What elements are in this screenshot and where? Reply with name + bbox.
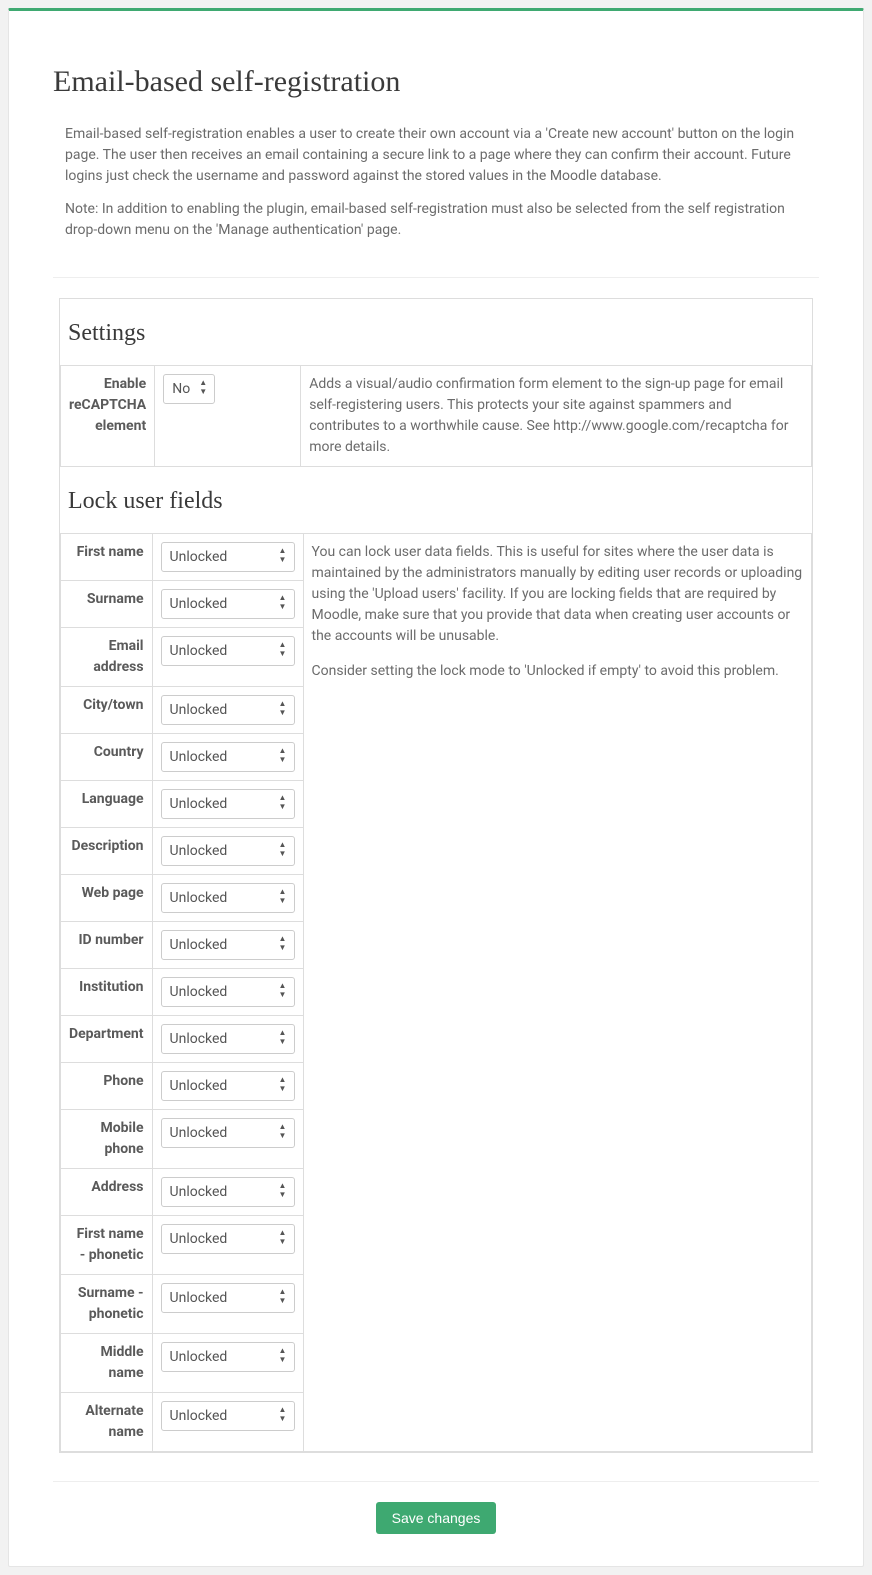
lock-field-select[interactable]: Unlocked [161, 1071, 295, 1101]
lock-field-label: Email address [61, 628, 153, 687]
lock-field-label: Address [61, 1169, 153, 1216]
lock-field-select[interactable]: Unlocked [161, 1401, 295, 1431]
lock-field-select[interactable]: Unlocked [161, 789, 295, 819]
settings-card: Email-based self-registration Email-base… [8, 8, 864, 1567]
lock-field-control: Unlocked [152, 1063, 303, 1110]
lock-field-label: Language [61, 781, 153, 828]
lock-field-label: Middle name [61, 1334, 153, 1393]
intro-block: Email-based self-registration enables a … [53, 124, 819, 277]
lock-field-select[interactable]: Unlocked [161, 542, 295, 572]
settings-table: Enable reCAPTCHA element No Adds a visua… [60, 365, 812, 467]
recaptcha-select[interactable]: No [163, 374, 215, 404]
lock-field-control: Unlocked [152, 828, 303, 875]
lock-field-label: Web page [61, 875, 153, 922]
lock-field-label: City/town [61, 687, 153, 734]
lock-field-control: Unlocked [152, 734, 303, 781]
settings-box: Settings Enable reCAPTCHA element No Add… [59, 298, 813, 1453]
lock-field-select-value: Unlocked [162, 543, 294, 571]
lock-field-select-value: Unlocked [162, 1119, 294, 1147]
lock-field-control: Unlocked [152, 1169, 303, 1216]
lock-field-control: Unlocked [152, 1216, 303, 1275]
settings-heading: Settings [60, 299, 812, 365]
lock-field-control: Unlocked [152, 687, 303, 734]
divider [53, 277, 819, 278]
lock-desc-paragraph-2: Consider setting the lock mode to 'Unloc… [312, 661, 803, 682]
lock-field-label: Surname - phonetic [61, 1275, 153, 1334]
lock-fields-table: First name Unlocked You can lock user data… [60, 533, 812, 1452]
page-title: Email-based self-registration [53, 59, 819, 104]
lock-field-label: First name - phonetic [61, 1216, 153, 1275]
lock-field-select-value: Unlocked [162, 1402, 294, 1430]
lock-field-label: Phone [61, 1063, 153, 1110]
lock-field-label: Surname [61, 581, 153, 628]
lock-fields-desc: You can lock user data fields. This is u… [303, 534, 811, 1452]
lock-field-control: Unlocked [152, 969, 303, 1016]
lock-field-label: Department [61, 1016, 153, 1063]
lock-field-select[interactable]: Unlocked [161, 589, 295, 619]
lock-field-label: Institution [61, 969, 153, 1016]
lock-field-select-value: Unlocked [162, 1343, 294, 1371]
lock-field-select-value: Unlocked [162, 790, 294, 818]
lock-field-control: Unlocked [152, 781, 303, 828]
lock-field-select[interactable]: Unlocked [161, 1024, 295, 1054]
lock-field-select-value: Unlocked [162, 1284, 294, 1312]
lock-field-select[interactable]: Unlocked [161, 883, 295, 913]
lock-field-row: First nameUnlockedYou can lock user data… [61, 534, 812, 581]
lock-field-label: Alternate name [61, 1393, 153, 1452]
lock-field-select-value: Unlocked [162, 743, 294, 771]
lock-field-select-value: Unlocked [162, 1072, 294, 1100]
lock-desc-paragraph-1: You can lock user data fields. This is u… [312, 542, 803, 647]
footer-divider [53, 1481, 819, 1482]
lock-field-select[interactable]: Unlocked [161, 1342, 295, 1372]
lock-field-control: Unlocked [152, 1275, 303, 1334]
lock-field-select-value: Unlocked [162, 884, 294, 912]
intro-paragraph-2: Note: In addition to enabling the plugin… [65, 199, 807, 241]
lock-field-select-value: Unlocked [162, 978, 294, 1006]
lock-field-select[interactable]: Unlocked [161, 1177, 295, 1207]
lock-field-select-value: Unlocked [162, 590, 294, 618]
lock-field-control: Unlocked [152, 581, 303, 628]
lock-field-control: Unlocked [152, 1110, 303, 1169]
lock-field-select[interactable]: Unlocked [161, 742, 295, 772]
lock-field-control: Unlocked [152, 628, 303, 687]
lock-field-control: Unlocked [152, 1334, 303, 1393]
lock-field-select-value: Unlocked [162, 1178, 294, 1206]
lock-field-select-value: Unlocked [162, 696, 294, 724]
lock-field-select[interactable]: Unlocked [161, 636, 295, 666]
lock-field-select-value: Unlocked [162, 1025, 294, 1053]
lock-field-select[interactable]: Unlocked [161, 695, 295, 725]
lock-field-label: Country [61, 734, 153, 781]
lock-field-select[interactable]: Unlocked [161, 1224, 295, 1254]
lock-heading: Lock user fields [60, 467, 812, 533]
lock-field-control: Unlocked [152, 922, 303, 969]
intro-paragraph-1: Email-based self-registration enables a … [65, 124, 807, 187]
save-button[interactable]: Save changes [376, 1502, 497, 1534]
lock-field-label: Mobile phone [61, 1110, 153, 1169]
lock-field-select-value: Unlocked [162, 1225, 294, 1253]
lock-field-select[interactable]: Unlocked [161, 836, 295, 866]
recaptcha-label: Enable reCAPTCHA element [61, 366, 155, 467]
lock-field-select-value: Unlocked [162, 637, 294, 665]
lock-field-select[interactable]: Unlocked [161, 1118, 295, 1148]
lock-field-select[interactable]: Unlocked [161, 977, 295, 1007]
lock-field-select-value: Unlocked [162, 931, 294, 959]
lock-field-control: Unlocked [152, 534, 303, 581]
lock-field-label: ID number [61, 922, 153, 969]
recaptcha-select-value: No [164, 375, 214, 403]
lock-field-select-value: Unlocked [162, 837, 294, 865]
recaptcha-desc: Adds a visual/audio confirmation form el… [301, 366, 812, 467]
lock-field-control: Unlocked [152, 1016, 303, 1063]
lock-field-select[interactable]: Unlocked [161, 930, 295, 960]
lock-field-label: First name [61, 534, 153, 581]
lock-field-control: Unlocked [152, 1393, 303, 1452]
lock-field-select[interactable]: Unlocked [161, 1283, 295, 1313]
lock-field-label: Description [61, 828, 153, 875]
lock-field-control: Unlocked [152, 875, 303, 922]
